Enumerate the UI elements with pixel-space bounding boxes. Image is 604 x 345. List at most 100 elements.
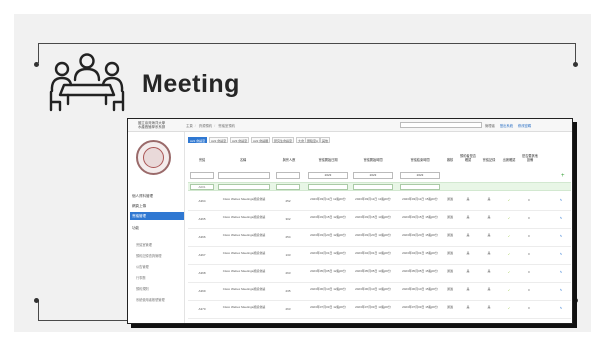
edit-icon[interactable]: ✎ [556,198,566,203]
table-cell-end: 2023年07月03日 15點00分 [402,305,438,309]
table-row[interactable]: A364 Cisco Webex Meetings視訊會議 252 2023年03月1… [188,193,571,211]
add-cell[interactable] [400,184,440,190]
frame-right-bottom-line [575,300,576,320]
table-row[interactable]: A370 Cisco Webex Meetings視訊會議 263 2023年07月0… [188,301,571,319]
sidebar-item[interactable]: 功能 [130,224,184,232]
column-header[interactable]: 會議開始時間 [353,158,393,162]
filter-input[interactable]: 2023 [308,172,348,179]
user-label: 管理者 [485,124,495,128]
table-cell-end: 2023年05月05日 15點00分 [402,269,438,273]
tab-room[interactable]: A21 會議室 [188,137,208,143]
check-icon: ✓ [507,270,511,274]
tab-room[interactable]: A22 會議室 [209,137,229,143]
add-icon[interactable]: + [561,173,565,179]
table-row[interactable]: A366 Cisco Webex Meetings視訊會議 254 2023年03月2… [188,229,571,247]
column-header[interactable]: 是否要其他設備 [521,154,539,162]
equipment-icon[interactable]: ≡ [524,306,534,311]
frame-left-bottom-line [38,300,39,320]
equipment-icon[interactable]: ≡ [524,198,534,203]
sidebar-item[interactable]: 網頁上傳 [130,202,184,210]
table-cell-start: 2023年06月10日 12點00分 [310,287,346,291]
edit-icon[interactable]: ✎ [556,234,566,239]
table-cell-c1: 是 [466,269,470,273]
table-cell-name: Cisco Webex Meetings視訊會議 [222,305,266,309]
filter-input[interactable] [276,172,300,179]
app-screenshot: 國立臺灣海洋大學 水產養殖學系系辦 主頁 / 資源預約 / 會議室預約 管理者 登出… [127,118,573,324]
table-cell-status: 通過 [446,215,453,219]
tab-room[interactable]: A22 會議廳 [251,137,271,143]
sidebar-subitem[interactable]: 預約記錄查詢管理 [136,253,162,258]
table-row[interactable]: A365 Cisco Webex Meetings視訊會議 302 2023年03月1… [188,211,571,229]
table-row[interactable]: A369 Cisco Webex Meetings視訊會議 235 2023年06月1… [188,283,571,301]
tab-room[interactable]: 實驗室A [305,137,321,143]
column-header[interactable]: 會議記錄 [480,158,498,162]
tab-room[interactable]: 研究生會議室 [272,137,295,143]
breadcrumb-item[interactable]: 資源預約 [199,124,213,128]
column-header[interactable]: 會議結束時間 [400,158,440,162]
search-input[interactable] [400,122,482,128]
equipment-icon[interactable]: ≡ [524,270,534,275]
column-header[interactable]: 預約者是否確認 [460,154,476,162]
column-header[interactable]: 會議 [194,158,210,162]
table-cell-id: A367 [198,253,206,257]
table-cell-end: 2023年04月01日 15點00分 [402,251,438,255]
column-header[interactable]: 審核 [444,158,456,162]
table-cell-status: 通過 [446,251,453,255]
table-cell-count: 254 [285,235,291,239]
sidebar-item-active[interactable]: 會議管理 [130,212,184,220]
table-cell-start: 2023年03月11日 12點00分 [310,197,346,201]
column-header[interactable]: 名稱 [228,158,258,162]
table-cell-end: 2023年03月11日 15點00分 [402,197,438,201]
add-cell[interactable]: A001 [190,184,214,190]
table-cell-c2: 是 [487,197,491,201]
filter-input[interactable]: 2023 [353,172,393,179]
slide-title: Meeting [142,70,240,98]
logout-link[interactable]: 登出系統 [500,124,513,128]
filter-input[interactable] [218,172,270,179]
edit-icon[interactable]: ✎ [556,270,566,275]
sidebar-subitem[interactable]: 公告管理 [136,264,149,269]
sidebar-subitem[interactable]: 行事曆 [136,275,146,280]
sidebar-subitem[interactable]: 預約規則 [136,286,149,291]
table-cell-id: A366 [198,235,206,239]
edit-icon[interactable]: ✎ [556,306,566,311]
edit-icon[interactable]: ✎ [556,288,566,293]
edit-icon[interactable]: ✎ [556,216,566,221]
edit-icon[interactable]: ✎ [556,252,566,257]
table-cell-start: 2023年05月05日 12點00分 [310,269,346,273]
tab-room[interactable]: 其他 [320,137,331,143]
sidebar-subitem[interactable]: 會議室管理 [136,242,152,247]
table-cell-end: 2023年06月10日 15點00分 [402,287,438,291]
column-header[interactable]: 會議開始日期 [308,158,348,162]
add-cell[interactable] [308,184,348,190]
filter-input[interactable]: 2023 [400,172,440,179]
change-password-link[interactable]: 修改密碼 [518,124,531,128]
table-cell-count: 133 [285,253,291,257]
system-title: 國立臺灣海洋大學 水產養殖學系系辦 [138,121,166,129]
equipment-icon[interactable]: ≡ [524,252,534,257]
table-row[interactable]: A368 Cisco Webex Meetings視訊會議 263 2023年05月0… [188,265,571,283]
equipment-icon[interactable]: ≡ [524,288,534,293]
add-cell[interactable] [353,184,393,190]
table-cell-c2: 是 [487,269,491,273]
add-cell[interactable] [276,184,300,190]
table-row[interactable]: A367 Cisco Webex Meetings視訊會議 133 2023年04月0… [188,247,571,265]
table-cell-name: Cisco Webex Meetings視訊會議 [222,233,266,237]
frame-dot [34,62,39,67]
sidebar-item[interactable]: 個人資料管理 [130,192,184,200]
filter-input[interactable] [190,172,214,179]
add-cell[interactable] [218,184,270,190]
table-cell-c1: 是 [466,305,470,309]
equipment-icon[interactable]: ≡ [524,234,534,239]
column-header[interactable]: 與會人數 [278,158,300,162]
sidebar-subitem[interactable]: 系統使用者帳號管理 [136,297,165,302]
tab-room[interactable]: A23 會議室 [230,137,250,143]
meeting-people-table-icon [49,53,125,112]
column-header[interactable]: 出席確認 [500,158,518,162]
table-cell-begin: 2023年07月03日 13點00分 [355,305,391,309]
equipment-icon[interactable]: ≡ [524,216,534,221]
frame-dot [34,298,39,303]
add-row: A001 [188,182,571,191]
breadcrumb-item[interactable]: 主頁 [186,124,193,128]
table-cell-c2: 是 [487,287,491,291]
